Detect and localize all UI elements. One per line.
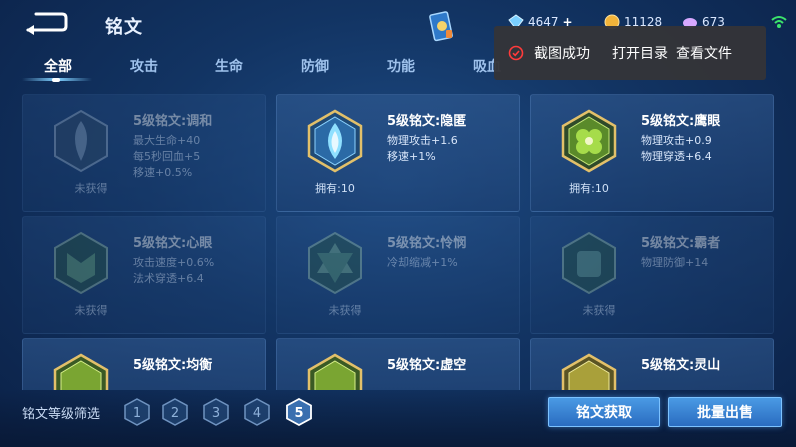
overlord-inscription-icon — [562, 231, 616, 295]
success-check-icon — [508, 45, 524, 61]
stealth-inscription-icon — [307, 109, 363, 173]
inscription-status: 拥有:10 — [569, 182, 609, 195]
inscription-name: 5级铭文:灵山 — [641, 358, 721, 373]
balance-inscription-icon — [53, 353, 109, 390]
open-folder-link[interactable]: 打开目录 — [612, 43, 668, 63]
tab-health[interactable]: 生命 — [215, 56, 243, 76]
get-inscription-button[interactable]: 铭文获取 — [548, 397, 660, 427]
inscription-stat: 移速+0.5% — [133, 166, 193, 179]
svg-text:1: 1 — [133, 406, 141, 421]
inscription-status: 未获得 — [74, 182, 108, 195]
level-filter-3[interactable]: 3 — [203, 398, 229, 426]
inscription-stat: 法术穿透+6.4 — [133, 272, 204, 285]
toast-message: 截图成功 — [534, 46, 590, 62]
view-file-link[interactable]: 查看文件 — [676, 43, 732, 63]
tab-all[interactable]: 全部 — [44, 56, 72, 76]
inscription-name: 5级铭文:隐匿 — [387, 114, 467, 129]
inscription-card[interactable]: 5级铭文:怜悯 冷却缩减+1% 未获得 — [276, 216, 520, 334]
wifi-icon — [771, 16, 787, 28]
inscription-status: 未获得 — [328, 304, 362, 317]
inscription-book-icon[interactable] — [428, 10, 456, 42]
svg-text:5: 5 — [294, 406, 303, 421]
inscription-card[interactable]: 5级铭文:霸者 物理防御+14 未获得 — [530, 216, 774, 334]
inscription-status: 未获得 — [582, 304, 616, 317]
level-filter-1[interactable]: 1 — [124, 398, 150, 426]
screenshot-toast: 截图成功 打开目录 查看文件 — [494, 26, 766, 80]
inscription-stat: 移速+1% — [387, 150, 436, 163]
void-inscription-icon — [307, 353, 363, 390]
mercy-inscription-icon — [308, 231, 362, 295]
mind-eye-inscription-icon — [54, 231, 108, 295]
inscription-card[interactable]: 5级铭文:灵山 — [530, 338, 774, 390]
inscription-stat: 最大生命+40 — [133, 134, 201, 147]
inscription-name: 5级铭文:鹰眼 — [641, 114, 721, 129]
inscription-status: 拥有:10 — [315, 182, 355, 195]
inscription-stat: 冷却缩减+1% — [387, 256, 458, 269]
inscription-stat: 物理攻击+1.6 — [387, 134, 458, 147]
spirit-mountain-inscription-icon — [561, 353, 617, 390]
inscription-stat: 每5秒回血+5 — [133, 150, 201, 163]
level-filter-label: 铭文等级筛选 — [22, 407, 101, 422]
active-tab-indicator — [52, 78, 60, 82]
level-filter-5[interactable]: 5 — [286, 398, 312, 426]
inscription-card[interactable]: 5级铭文:心眼 攻击速度+0.6% 法术穿透+6.4 未获得 — [22, 216, 266, 334]
svg-text:4: 4 — [253, 406, 261, 421]
back-arrow-icon[interactable] — [22, 10, 70, 38]
inscription-stat: 物理防御+14 — [641, 256, 709, 269]
inscription-card[interactable]: 5级铭文:调和 最大生命+40 每5秒回血+5 移速+0.5% 未获得 — [22, 94, 266, 212]
tab-utility[interactable]: 功能 — [387, 56, 415, 76]
inscription-status: 未获得 — [74, 304, 108, 317]
page-title: 铭文 — [105, 17, 143, 38]
inscription-name: 5级铭文:虚空 — [387, 358, 467, 373]
inscription-stat: 物理穿透+6.4 — [641, 150, 712, 163]
inscription-name: 5级铭文:霸者 — [641, 236, 721, 251]
inscription-name: 5级铭文:均衡 — [133, 358, 213, 373]
level-filter-2[interactable]: 2 — [162, 398, 188, 426]
inscription-card[interactable]: 5级铭文:虚空 — [276, 338, 520, 390]
tab-attack[interactable]: 攻击 — [130, 56, 158, 76]
inscription-name: 5级铭文:心眼 — [133, 236, 213, 251]
inscription-card[interactable]: 5级铭文:均衡 — [22, 338, 266, 390]
inscription-grid: 5级铭文:调和 最大生命+40 每5秒回血+5 移速+0.5% 未获得 5级铭文… — [0, 90, 796, 390]
inscription-stat: 物理攻击+0.9 — [641, 134, 712, 147]
inscription-name: 5级铭文:怜悯 — [387, 236, 467, 251]
tab-defense[interactable]: 防御 — [301, 56, 329, 76]
svg-text:2: 2 — [171, 406, 179, 421]
inscription-name: 5级铭文:调和 — [133, 114, 213, 129]
inscription-card[interactable]: 5级铭文:鹰眼 物理攻击+0.9 物理穿透+6.4 拥有:10 — [530, 94, 774, 212]
inscription-stat: 攻击速度+0.6% — [133, 256, 215, 269]
harmony-inscription-icon — [54, 109, 108, 173]
hawk-eye-inscription-icon — [561, 109, 617, 173]
svg-text:3: 3 — [212, 406, 220, 421]
inscription-card[interactable]: 5级铭文:隐匿 物理攻击+1.6 移速+1% 拥有:10 — [276, 94, 520, 212]
level-filter-4[interactable]: 4 — [244, 398, 270, 426]
bulk-sell-button[interactable]: 批量出售 — [668, 397, 782, 427]
